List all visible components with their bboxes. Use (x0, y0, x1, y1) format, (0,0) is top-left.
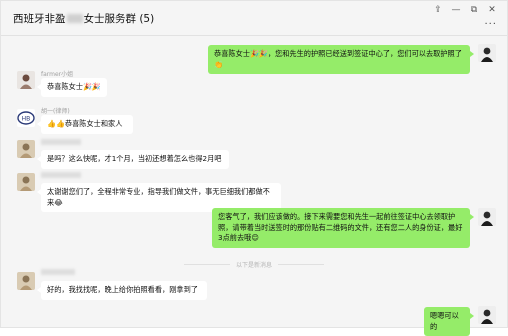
avatar[interactable]: HB (17, 109, 35, 127)
sender-name-redacted (41, 269, 75, 275)
sender-name: farmer小姐 (41, 71, 74, 78)
message-bubble[interactable]: 您客气了，我们应该做的。接下来需要您和先生一起前往签证中心去领取护照，请带着当时… (212, 208, 474, 248)
chat-window: 西班牙非盈 女士服务群 (5) ⇪ — ⧉ ✕ ··· 恭喜陈女士🎉🎉，您和先生的… (0, 0, 508, 336)
message-bubble[interactable]: 是吗？这么快呢，才1个月，当初还想着怎么也得2月吧 (37, 150, 229, 169)
message-bubble[interactable]: 恭喜陈女士🎉🎉 (37, 78, 107, 97)
message-list[interactable]: 恭喜陈女士🎉🎉，您和先生的护照已经送到签证中心了，您们可以去取护照了👏 farm… (1, 36, 507, 336)
sender-name: 胡一(律师) (41, 108, 70, 115)
avatar[interactable] (478, 208, 496, 226)
avatar[interactable] (17, 140, 35, 158)
divider-line (278, 264, 324, 265)
svg-text:HB: HB (22, 116, 31, 123)
avatar[interactable] (17, 173, 35, 191)
window-controls: ⇪ — ⧉ ✕ (429, 3, 501, 17)
message-bubble[interactable]: 嗯嗯可以的 (424, 307, 474, 336)
message-bubble[interactable]: 好的，我找找呢，晚上给你拍照看看，刚拿到了 (37, 281, 207, 300)
group-title: 西班牙非盈 女士服务群 (5) (13, 11, 154, 26)
avatar[interactable] (478, 306, 496, 324)
message-bubble[interactable]: 恭喜陈女士🎉🎉，您和先生的护照已经送到签证中心了，您们可以去取护照了👏 (208, 45, 474, 74)
maximize-icon[interactable]: ⧉ (465, 3, 483, 17)
divider-label: 以下是新消息 (235, 262, 272, 269)
sender-name-redacted (41, 172, 81, 178)
more-options-icon[interactable]: ··· (484, 19, 497, 30)
message-bubble[interactable]: 👍👍恭喜陈女士和家人 (37, 115, 133, 134)
group-title-suffix: 女士服务群 (5) (83, 13, 155, 25)
chat-header: 西班牙非盈 女士服务群 (5) ⇪ — ⧉ ✕ ··· (1, 1, 507, 36)
sender-name-redacted (41, 139, 81, 145)
close-icon[interactable]: ✕ (483, 3, 501, 17)
new-messages-divider: 以下是新消息 (1, 260, 507, 269)
divider-line (183, 264, 230, 265)
avatar[interactable] (17, 71, 35, 89)
group-title-prefix: 西班牙非盈 (13, 13, 66, 25)
avatar[interactable] (17, 272, 35, 290)
avatar[interactable] (478, 44, 496, 62)
pin-icon[interactable]: ⇪ (429, 3, 447, 17)
title-redaction (66, 14, 83, 23)
minimize-icon[interactable]: — (447, 3, 465, 17)
